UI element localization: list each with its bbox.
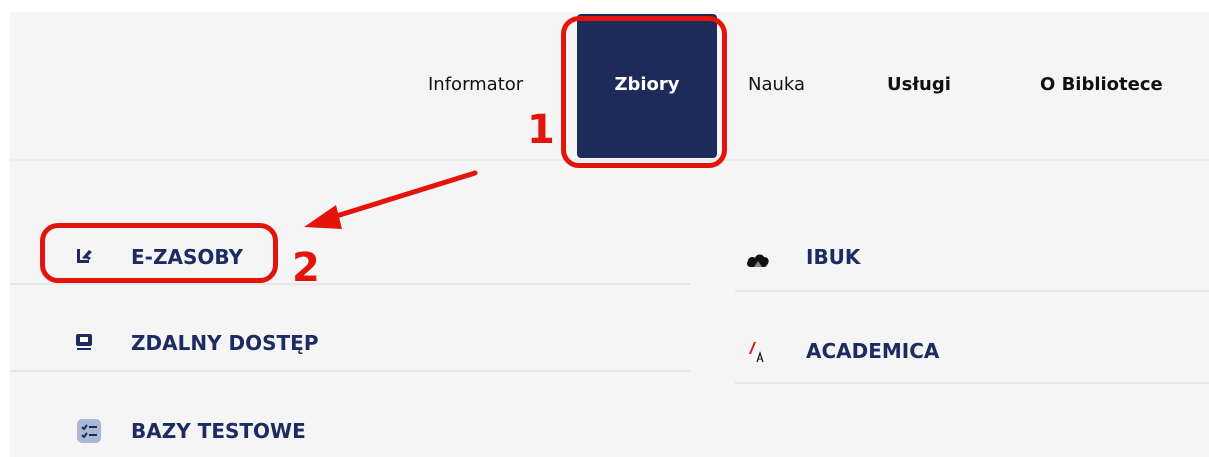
checklist-icon [77, 419, 101, 443]
annotation-highlight-zbiory [561, 16, 727, 168]
cloud-icon [747, 254, 769, 267]
menu-item-bazy-testowe-label: BAZY TESTOWE [131, 419, 306, 443]
academica-logo [749, 342, 764, 363]
annotation-number-1: 1 [527, 107, 555, 153]
separator [735, 290, 1209, 292]
nav-item-nauka[interactable]: Nauka [748, 74, 805, 96]
menu-item-academica-label: ACADEMICA [806, 339, 940, 363]
nav-item-o-bibliotece[interactable]: O Bibliotece [1040, 74, 1163, 96]
menu-item-zdalny-dostep-label: ZDALNY DOSTĘP [131, 331, 319, 355]
separator [735, 382, 1209, 384]
top-margin [0, 0, 1209, 12]
dropdown-panel [10, 161, 1209, 457]
menu-item-ibuk-label: IBUK [806, 245, 861, 269]
separator [10, 283, 690, 285]
nav-item-uslugi[interactable]: Usługi [887, 74, 951, 96]
annotation-number-2: 2 [292, 245, 320, 291]
monitor-icon [76, 334, 92, 350]
separator [10, 370, 690, 372]
nav-item-informator[interactable]: Informator [428, 74, 523, 96]
annotation-arrow [304, 170, 478, 229]
annotation-highlight-e-zasoby [40, 223, 278, 283]
